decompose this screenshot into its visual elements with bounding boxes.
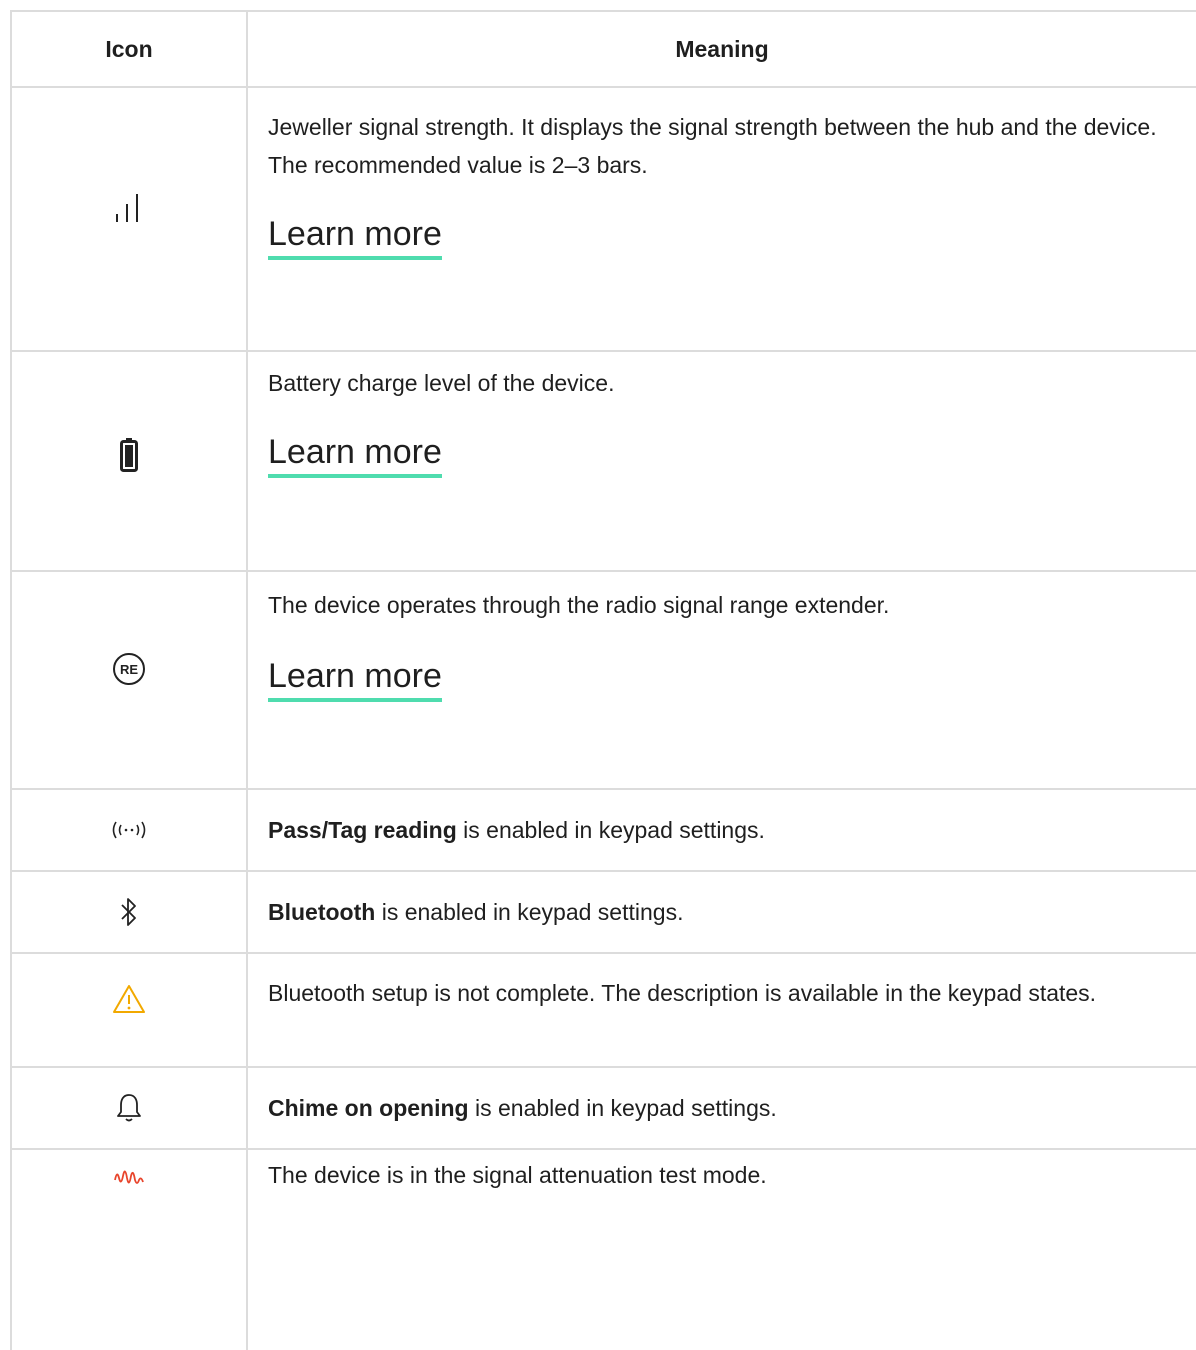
table-row: The device is in the signal attenuation … [12, 1150, 1196, 1350]
table-row: Pass/Tag reading is enabled in keypad se… [12, 790, 1196, 872]
warning-icon [112, 984, 146, 1014]
table-row: Battery charge level of the device. Lear… [12, 352, 1196, 572]
bluetooth-icon [119, 897, 139, 927]
learn-more-link[interactable]: Learn more [268, 432, 442, 478]
attenuation-test-icon [114, 1168, 144, 1188]
table-row: Jeweller signal strength. It displays th… [12, 88, 1196, 352]
row-description: Bluetooth is enabled in keypad settings. [268, 899, 684, 925]
row-description: The device is in the signal attenuation … [268, 1162, 767, 1188]
table-header-row: Icon Meaning [12, 12, 1196, 88]
row-description: Chime on opening is enabled in keypad se… [268, 1095, 777, 1121]
learn-more-link[interactable]: Learn more [268, 214, 442, 260]
pass-tag-reading-icon [110, 820, 148, 840]
row-description: Battery charge level of the device. [268, 370, 615, 396]
icons-table: Icon Meaning Jeweller signal strength. I… [10, 10, 1196, 1350]
table-row: Bluetooth is enabled in keypad settings. [12, 872, 1196, 954]
battery-icon [120, 438, 138, 472]
row-description: Bluetooth setup is not complete. The des… [268, 980, 1097, 1006]
setting-name: Bluetooth [268, 899, 376, 925]
header-meaning-column: Meaning [248, 12, 1196, 86]
setting-name: Chime on opening [268, 1095, 469, 1121]
row-description: Pass/Tag reading is enabled in keypad se… [268, 817, 765, 843]
bell-icon [116, 1093, 142, 1123]
signal-strength-icon [113, 194, 145, 222]
row-description: Jeweller signal strength. It displays th… [268, 114, 1157, 178]
range-extender-icon: RE [112, 652, 146, 686]
table-row: RE The device operates through the radio… [12, 572, 1196, 790]
learn-more-link[interactable]: Learn more [268, 656, 442, 702]
setting-name: Pass/Tag reading [268, 817, 457, 843]
table-row: Chime on opening is enabled in keypad se… [12, 1068, 1196, 1150]
row-description: The device operates through the radio si… [268, 592, 890, 618]
svg-text:RE: RE [120, 662, 138, 677]
header-icon-column: Icon [12, 12, 248, 86]
table-row: Bluetooth setup is not complete. The des… [12, 954, 1196, 1068]
